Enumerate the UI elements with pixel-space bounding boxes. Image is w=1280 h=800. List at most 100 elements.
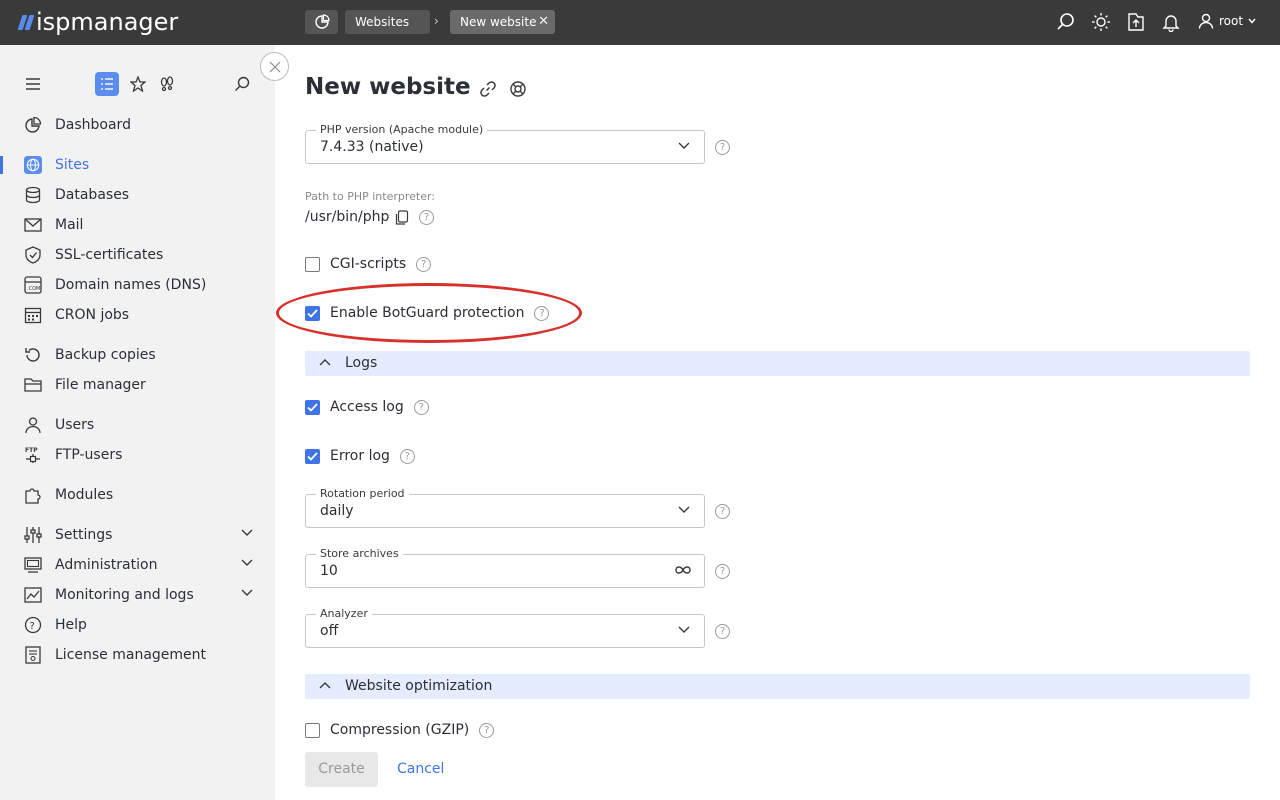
- sidebar-item-ftp-users[interactable]: FTP FTP-users: [0, 440, 275, 470]
- close-sidebar-button[interactable]: [260, 52, 289, 81]
- sidebar-item-monitoring-and-logs[interactable]: Monitoring and logs: [0, 580, 275, 610]
- sidebar-item-dns[interactable]: .COM Domain names (DNS): [0, 270, 275, 300]
- chevron-down-icon: [678, 142, 690, 149]
- cgi-scripts-label: CGI-scripts: [330, 256, 407, 272]
- sidebar-item-ssl-certificates[interactable]: SSL-certificates: [0, 240, 275, 270]
- sidebar: Dashboard Sites Databases Mail SSL-certi…: [0, 45, 275, 800]
- sidebar-item-databases[interactable]: Databases: [0, 180, 275, 210]
- bell-icon[interactable]: [1161, 12, 1181, 32]
- logs-section-header[interactable]: Logs: [305, 351, 1250, 376]
- php-version-select[interactable]: PHP version (Apache module) 7.4.33 (nati…: [305, 123, 705, 164]
- certificate-icon: [24, 246, 42, 264]
- puzzle-icon: [24, 486, 42, 504]
- logo[interactable]: ispmanager: [17, 6, 178, 38]
- botguard-label: Enable BotGuard protection: [330, 305, 525, 321]
- infinity-icon[interactable]: [674, 564, 692, 576]
- access-log-label: Access log: [330, 399, 404, 415]
- mail-icon: [24, 216, 42, 234]
- store-archives-label: Store archives: [316, 547, 403, 560]
- help-icon[interactable]: ?: [413, 399, 429, 415]
- sidebar-item-cron-jobs[interactable]: CRON jobs: [0, 300, 275, 330]
- sidebar-item-modules[interactable]: Modules: [0, 480, 275, 510]
- sidebar-item-settings[interactable]: Settings: [0, 520, 275, 550]
- search-icon[interactable]: [1056, 12, 1076, 32]
- svg-text:FTP: FTP: [25, 447, 38, 454]
- help-icon[interactable]: ?: [416, 256, 432, 272]
- botguard-checkbox-row[interactable]: Enable BotGuard protection ?: [305, 304, 550, 322]
- website-optimization-section-header[interactable]: Website optimization: [305, 674, 1250, 699]
- recent-button[interactable]: [155, 72, 179, 96]
- analyzer-select[interactable]: Analyzer off: [305, 607, 705, 648]
- breadcrumb-current-label: New website: [460, 15, 537, 29]
- chevron-down-icon[interactable]: [241, 589, 253, 597]
- lifebuoy-icon[interactable]: [509, 80, 527, 98]
- chevron-down-icon: [678, 506, 690, 513]
- dashboard-home-button[interactable]: [305, 10, 338, 34]
- globe-icon: [24, 156, 42, 174]
- sidebar-item-label: Dashboard: [55, 117, 131, 133]
- sidebar-item-label: File manager: [55, 377, 146, 393]
- user-menu[interactable]: root: [1198, 13, 1256, 29]
- sidebar-item-sites[interactable]: Sites: [0, 150, 275, 180]
- help-icon[interactable]: ?: [419, 210, 434, 225]
- sidebar-item-backup-copies[interactable]: Backup copies: [0, 340, 275, 370]
- compression-checkbox[interactable]: [305, 722, 320, 738]
- theme-sun-icon[interactable]: [1091, 12, 1111, 32]
- user-icon: [1198, 13, 1214, 29]
- sidebar-item-label: Help: [55, 617, 87, 633]
- footprints-icon: [160, 76, 174, 92]
- create-button[interactable]: Create: [305, 752, 378, 787]
- sidebar-item-label: Monitoring and logs: [55, 587, 194, 603]
- store-archives-input[interactable]: Store archives 10: [305, 547, 705, 588]
- sidebar-item-dashboard[interactable]: Dashboard: [0, 110, 275, 140]
- cancel-button[interactable]: Cancel: [397, 761, 444, 777]
- help-icon[interactable]: ?: [715, 564, 730, 579]
- help-icon[interactable]: ?: [715, 140, 730, 155]
- chevron-down-icon[interactable]: [241, 559, 253, 567]
- rotation-period-select[interactable]: Rotation period daily: [305, 487, 705, 528]
- cgi-scripts-checkbox[interactable]: [305, 256, 320, 272]
- svg-text:?: ?: [30, 621, 35, 632]
- link-icon[interactable]: [479, 80, 497, 98]
- sidebar-item-mail[interactable]: Mail: [0, 210, 275, 240]
- page-title: New website: [305, 74, 471, 100]
- breadcrumb-websites[interactable]: Websites: [345, 10, 430, 34]
- help-icon[interactable]: ?: [534, 305, 550, 321]
- php-version-label: PHP version (Apache module): [316, 123, 488, 136]
- chevron-down-icon[interactable]: [241, 529, 253, 537]
- botguard-checkbox[interactable]: [305, 305, 320, 321]
- sidebar-item-file-manager[interactable]: File manager: [0, 370, 275, 400]
- menu-list-view-button[interactable]: [95, 72, 119, 96]
- access-log-checkbox-row[interactable]: Access log ?: [305, 398, 429, 416]
- hamburger-icon: [26, 78, 40, 90]
- sidebar-item-administration[interactable]: Administration: [0, 550, 275, 580]
- backup-icon: [24, 346, 42, 364]
- sidebar-item-license-management[interactable]: License management: [0, 640, 275, 670]
- chevron-down-icon: [1248, 18, 1256, 24]
- calendar-icon: [24, 306, 42, 324]
- user-name: root: [1219, 14, 1244, 28]
- help-icon[interactable]: ?: [715, 624, 730, 639]
- php-version-value: 7.4.33 (native): [320, 139, 424, 155]
- sidebar-item-help[interactable]: ? Help: [0, 610, 275, 640]
- error-log-checkbox[interactable]: [305, 448, 320, 464]
- help-icon[interactable]: ?: [479, 722, 495, 738]
- error-log-checkbox-row[interactable]: Error log ?: [305, 447, 415, 465]
- upload-icon[interactable]: [1126, 12, 1146, 32]
- sidebar-item-label: License management: [55, 647, 207, 663]
- access-log-checkbox[interactable]: [305, 399, 320, 415]
- help-icon[interactable]: ?: [715, 504, 730, 519]
- license-icon: [24, 646, 42, 664]
- close-tab-icon[interactable]: ✕: [538, 10, 549, 34]
- copy-icon[interactable]: [395, 210, 409, 225]
- sidebar-item-users[interactable]: Users: [0, 410, 275, 440]
- compression-checkbox-row[interactable]: Compression (GZIP) ?: [305, 721, 495, 739]
- cgi-scripts-checkbox-row[interactable]: CGI-scripts ?: [305, 255, 432, 273]
- compression-label: Compression (GZIP): [330, 722, 470, 738]
- breadcrumb-current-tab[interactable]: New website ✕: [450, 10, 555, 34]
- menu-toggle-button[interactable]: [21, 72, 45, 96]
- sidebar-search-button[interactable]: [230, 72, 254, 96]
- help-icon[interactable]: ?: [399, 448, 415, 464]
- favorites-button[interactable]: [126, 72, 150, 96]
- sidebar-item-label: Backup copies: [55, 347, 156, 363]
